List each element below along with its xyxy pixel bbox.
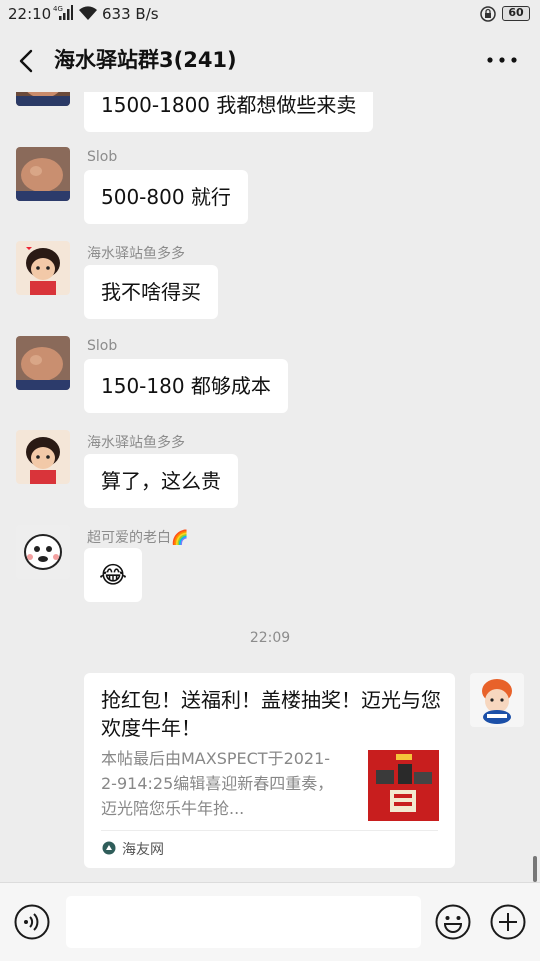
message-bubble[interactable]: 150-180 都够成本 <box>84 359 288 413</box>
signal-network-label: 4G <box>53 5 63 13</box>
wifi-icon <box>79 6 97 20</box>
emoji-icon[interactable] <box>435 904 471 940</box>
network-speed: 633 B/s <box>102 5 159 23</box>
link-card-description: 本帖最后由MAXSPECT于2021-2-914:25编辑喜迎新春四重奏，迈光陪… <box>101 749 334 818</box>
message-bubble[interactable]: 500-800 就行 <box>84 170 248 224</box>
avatar[interactable] <box>16 147 70 201</box>
status-time: 22:10 <box>8 5 52 23</box>
link-card[interactable]: 抢红包！送福利！盖楼抽奖！迈光与您欢度牛年！ 本帖最后由MAXSPECT于202… <box>84 673 455 868</box>
scrollbar[interactable] <box>533 856 537 882</box>
message-bubble[interactable]: 我不啥得买 <box>84 265 218 319</box>
voice-input-icon[interactable] <box>14 904 50 940</box>
avatar-self[interactable] <box>470 673 524 727</box>
link-card-thumbnail <box>368 750 439 821</box>
back-arrow-icon[interactable] <box>14 48 40 74</box>
link-card-source: 海友网 <box>122 842 164 858</box>
link-card-title: 抢红包！送福利！盖楼抽奖！迈光与您欢度牛年！ <box>101 688 441 740</box>
avatar[interactable] <box>16 525 70 579</box>
status-bar: 22:10 4G 633 B/s 60 <box>0 0 540 30</box>
rotation-lock-icon <box>480 6 496 22</box>
avatar[interactable] <box>16 336 70 390</box>
link-card-divider <box>101 830 438 831</box>
avatar[interactable] <box>16 92 70 106</box>
message-timestamp: 22:09 <box>249 630 291 646</box>
sender-name: Slob <box>87 338 118 354</box>
avatar[interactable] <box>16 430 70 484</box>
message-bubble[interactable]: 算了，这么贵 <box>84 454 238 508</box>
sender-name: 超可爱的老白🌈 <box>87 530 189 546</box>
cellular-signal-icon: 4G <box>53 5 73 20</box>
message-bubble[interactable]: 😂 <box>84 548 143 602</box>
more-options-icon[interactable] <box>486 52 518 68</box>
sender-name: 海水驿站鱼多多 <box>87 246 185 262</box>
chat-title: 海水驿站群3(241) <box>54 48 237 72</box>
sender-name: 海水驿站鱼多多 <box>87 435 185 451</box>
sender-name: Slob <box>87 149 118 165</box>
message-bubble[interactable]: 1500-1800 我都想做些来卖 <box>84 92 374 132</box>
plus-icon[interactable] <box>490 904 526 940</box>
avatar[interactable] <box>16 241 70 295</box>
chat-messages[interactable]: 1500-1800 我都想做些来卖 Slob 500-800 就行 海水驿站鱼多… <box>0 92 540 882</box>
source-logo-icon <box>102 841 116 855</box>
battery-indicator: 60 <box>502 6 530 21</box>
input-bar <box>0 882 540 961</box>
message-input[interactable] <box>66 896 421 948</box>
chat-header: 海水驿站群3(241) <box>0 30 540 92</box>
